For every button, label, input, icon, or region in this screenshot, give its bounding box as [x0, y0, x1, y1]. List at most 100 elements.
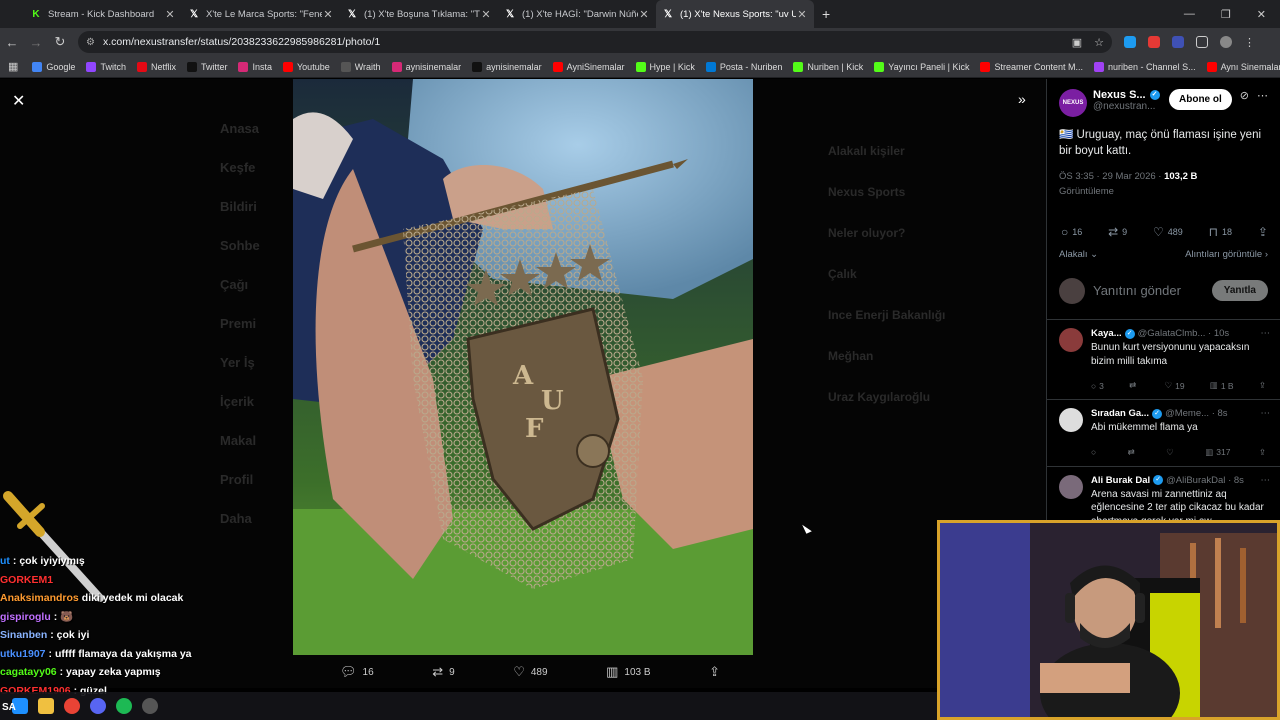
avatar[interactable]: NEXUS	[1059, 89, 1087, 117]
bookmark-item[interactable]: Streamer Content M...	[980, 61, 1083, 72]
tab-2[interactable]: 𝕏 (1) X'te Boşuna Tıklama: "TFF B ✕	[340, 0, 498, 28]
views-button[interactable]: ▥ 317	[1205, 447, 1230, 458]
chat-username[interactable]: cagatayy06	[0, 663, 57, 682]
repost-stat[interactable]: ⇄ 9	[1108, 225, 1127, 239]
tab-close-icon[interactable]: ✕	[638, 8, 650, 21]
chat-username[interactable]: Anaksimandros	[0, 589, 79, 608]
bookmark-item[interactable]: Netflix	[136, 61, 176, 72]
bookmark-stat[interactable]: ⊓ 18	[1209, 225, 1232, 239]
like-button[interactable]: ♡ 489	[513, 664, 547, 680]
bookmark-item[interactable]: Wraith	[340, 61, 381, 72]
spotify-icon[interactable]	[116, 698, 132, 714]
chat-username[interactable]: GORKEM1	[0, 571, 53, 590]
grok-icon[interactable]: ⊘	[1240, 89, 1249, 102]
minimize-icon[interactable]: —	[1184, 8, 1195, 21]
reply-author-handle[interactable]: @Meme... · 8s	[1165, 408, 1256, 419]
discord-icon[interactable]	[90, 698, 106, 714]
profile-icon[interactable]	[1220, 36, 1232, 48]
avatar[interactable]	[1059, 328, 1083, 352]
avatar[interactable]	[1059, 474, 1083, 499]
views-button[interactable]: ▥ 1 B	[1210, 380, 1234, 391]
view-quotes-link[interactable]: Alıntıları görüntüle ›	[1185, 249, 1268, 260]
tweet-timestamp[interactable]: ÖS 3:35 · 29 Mar 2026 ·	[1059, 171, 1164, 182]
more-options-icon[interactable]: ⋯	[1257, 89, 1268, 102]
tab-close-icon[interactable]: ✕	[164, 8, 176, 21]
obs-icon[interactable]	[142, 698, 158, 714]
puzzle-icon[interactable]	[1196, 36, 1208, 48]
more-options-icon[interactable]: ⋯	[1261, 328, 1271, 339]
address-bar[interactable]: ⚙ x.com/nexustransfer/status/20382336229…	[78, 31, 1112, 53]
chat-username[interactable]: ut	[0, 552, 10, 571]
tab-close-icon[interactable]: ✕	[796, 8, 808, 21]
bookmark-item[interactable]: Google	[32, 61, 75, 72]
reply-author-name[interactable]: Ali Burak Dal	[1091, 475, 1150, 486]
site-info-icon[interactable]: ⚙	[86, 37, 95, 48]
bookmark-item[interactable]: Nuriben | Kick	[793, 61, 863, 72]
apps-grid-icon[interactable]: ▦	[8, 60, 18, 73]
bookmark-item[interactable]: aynisinemalar	[391, 61, 461, 72]
reply-submit-button[interactable]: Yanıtla	[1211, 280, 1268, 301]
repost-button[interactable]: ⇄ 9	[432, 664, 454, 680]
views-button[interactable]: ▥ 103 B	[606, 664, 650, 680]
bookmark-item[interactable]: aynisinemalar	[472, 61, 542, 72]
bookmark-item[interactable]: Insta	[238, 61, 272, 72]
repost-button[interactable]: ⇄	[1128, 447, 1138, 458]
bookmark-item[interactable]: Aynı Sinemalar - Ça...	[1206, 61, 1280, 72]
more-options-icon[interactable]: ⋯	[1261, 475, 1271, 486]
chat-username[interactable]: gispiroglu	[0, 608, 51, 627]
tab-close-icon[interactable]: ✕	[322, 8, 334, 21]
bookmark-item[interactable]: Hype | Kick	[635, 61, 695, 72]
tweet-photo[interactable]: A U F	[293, 79, 753, 655]
reply-input[interactable]: Yanıtını gönder	[1093, 283, 1212, 298]
share-button[interactable]: ⇪	[1259, 447, 1266, 458]
reload-icon[interactable]: ↻	[48, 34, 72, 50]
url-text[interactable]: x.com/nexustransfer/status/2038233622985…	[103, 36, 1072, 48]
expand-panel-icon[interactable]: »	[1018, 91, 1026, 107]
bookmark-item[interactable]: Posta - Nuriben	[705, 61, 782, 72]
like-button[interactable]: ♡ 19	[1164, 380, 1184, 391]
reply-author-name[interactable]: Sıradan Ga...	[1091, 408, 1149, 419]
forward-icon[interactable]: →	[24, 35, 48, 50]
share-button[interactable]: ⇪	[1259, 380, 1266, 391]
reply-item[interactable]: Kaya... ✓ @GalataClmb... · 10s ⋯ Bunun kurt …	[1047, 320, 1280, 400]
cast-icon[interactable]: ▣	[1072, 36, 1082, 49]
extension-icon[interactable]	[1172, 36, 1184, 48]
bookmark-item[interactable]: Youtube	[283, 61, 330, 72]
reply-item[interactable]: Sıradan Ga... ✓ @Meme... · 8s ⋯ Abi mükemmel…	[1047, 400, 1280, 467]
share-button[interactable]: ⇪	[709, 664, 720, 680]
sort-dropdown[interactable]: Alakalı ⌄	[1059, 249, 1098, 260]
tab-1[interactable]: 𝕏 X'te Le Marca Sports: "Fenerbal ✕	[182, 0, 340, 28]
reply-author-handle[interactable]: @AliBurakDal · 8s	[1166, 475, 1256, 486]
like-stat[interactable]: ♡ 489	[1153, 225, 1183, 239]
tab-3[interactable]: 𝕏 (1) X'te HAGİ: "Darwin Núñez, F ✕	[498, 0, 656, 28]
bookmark-star-icon[interactable]: ☆	[1094, 36, 1104, 49]
tab-close-icon[interactable]: ✕	[480, 8, 492, 21]
reply-author-handle[interactable]: @GalataClmb... · 10s	[1138, 328, 1257, 339]
reply-button[interactable]: ○	[1091, 447, 1099, 458]
more-options-icon[interactable]: ⋯	[1261, 408, 1271, 419]
bookmark-item[interactable]: Yayıncı Paneli | Kick	[874, 61, 969, 72]
tab-0[interactable]: K Stream - Kick Dashboard ✕	[24, 0, 182, 28]
back-icon[interactable]: ←	[0, 35, 24, 50]
extension-icon[interactable]	[1148, 36, 1160, 48]
follow-button[interactable]: Abone ol	[1169, 89, 1232, 110]
extension-icon[interactable]	[1124, 36, 1136, 48]
bookmark-item[interactable]: Twitter	[186, 61, 227, 72]
reply-stat[interactable]: ○ 16	[1061, 225, 1082, 239]
reply-author-name[interactable]: Kaya...	[1091, 328, 1122, 339]
window-close-icon[interactable]: ✕	[1257, 8, 1266, 21]
tab-4[interactable]: 𝕏 (1) X'te Nexus Sports: "uv Urugu ✕	[656, 0, 814, 28]
chrome-icon[interactable]	[64, 698, 80, 714]
chat-username[interactable]: utku1907	[0, 645, 46, 664]
bookmark-item[interactable]: nuriben - Channel S...	[1094, 61, 1196, 72]
maximize-icon[interactable]: ❐	[1221, 8, 1231, 21]
file-explorer-icon[interactable]	[38, 698, 54, 714]
new-tab-button[interactable]: +	[822, 6, 830, 22]
author-name[interactable]: Nexus S...	[1093, 89, 1146, 101]
reply-button[interactable]: ○ 3	[1091, 380, 1104, 391]
menu-icon[interactable]: ⋮	[1244, 36, 1255, 49]
share-stat[interactable]: ⇪	[1258, 225, 1268, 239]
avatar[interactable]	[1059, 408, 1083, 432]
chat-username[interactable]: Sinanben	[0, 626, 47, 645]
author-handle[interactable]: @nexustran...	[1093, 101, 1165, 112]
